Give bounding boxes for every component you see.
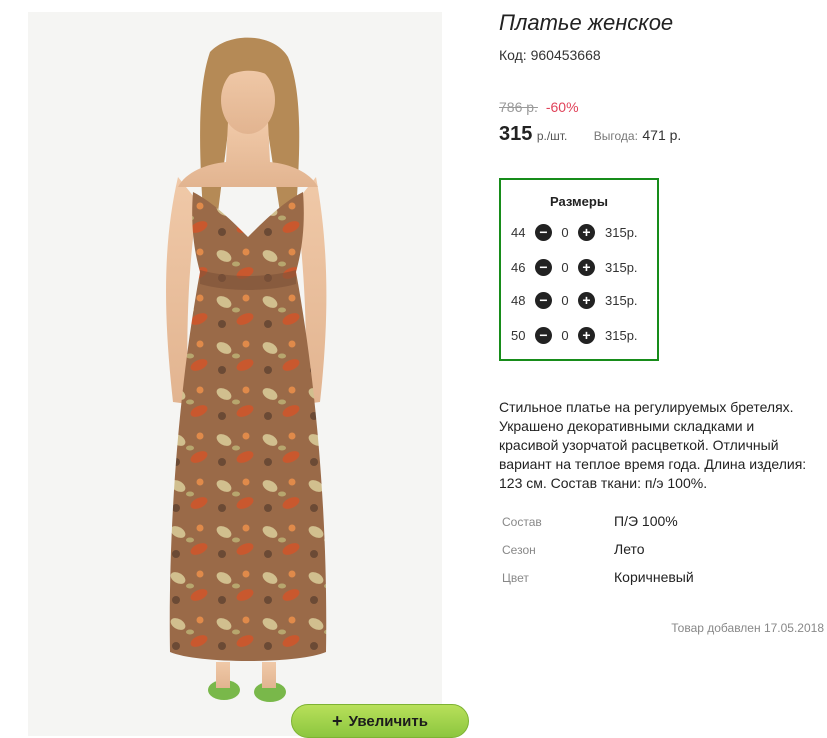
minus-icon[interactable]: − [535, 326, 552, 344]
product-code-label: Код: [499, 47, 527, 63]
savings-label: Выгода: [593, 129, 638, 143]
property-value: Лето [614, 541, 645, 557]
plus-icon[interactable]: + [578, 223, 595, 241]
plus-icon[interactable]: + [578, 258, 595, 276]
quantity-value: 0 [561, 292, 569, 308]
product-description: Стильное платье на регулируемых бретелях… [499, 399, 807, 491]
current-price: 315 [499, 123, 533, 145]
dress-model-image [166, 37, 327, 702]
product-title: Платье женское [499, 10, 674, 35]
old-price-line: 786 р. -60% [499, 99, 579, 115]
size-label: 44 [511, 224, 526, 240]
plus-icon[interactable]: + [578, 326, 595, 344]
size-price: 315р. [605, 292, 638, 308]
sizes-box: Размеры 44 − 0 + 315р. 46 − 0 + 315р. 48… [499, 178, 659, 361]
old-price: 786 р. [499, 99, 538, 115]
size-row: 46 − 0 + 315р. [511, 257, 638, 277]
size-price: 315р. [605, 259, 638, 275]
product-photo[interactable] [28, 12, 442, 736]
size-row: 50 − 0 + 315р. [511, 325, 638, 345]
property-key: Состав [502, 515, 542, 529]
size-price: 315р. [605, 327, 638, 343]
size-price: 315р. [605, 224, 638, 240]
minus-icon[interactable]: − [535, 258, 552, 276]
quantity-value: 0 [561, 224, 569, 240]
zoom-button-label: Увеличить [348, 712, 428, 730]
plus-icon: + [332, 710, 343, 731]
property-key: Цвет [502, 571, 529, 585]
sizes-title: Размеры [550, 194, 608, 209]
size-row: 48 − 0 + 315р. [511, 290, 638, 310]
savings-value: 471 р. [642, 127, 682, 143]
property-value: П/Э 100% [614, 513, 678, 529]
discount-badge: -60% [545, 99, 579, 115]
quantity-value: 0 [561, 327, 569, 343]
price-unit: р./шт. [536, 129, 568, 143]
quantity-value: 0 [561, 259, 569, 275]
size-label: 48 [511, 292, 526, 308]
zoom-button[interactable]: + Увеличить [291, 704, 469, 738]
property-key: Сезон [502, 543, 536, 557]
product-code: Код: 960453668 [499, 47, 601, 63]
size-label: 46 [511, 259, 526, 275]
size-row: 44 − 0 + 315р. [511, 222, 638, 242]
minus-icon[interactable]: − [535, 223, 552, 241]
minus-icon[interactable]: − [535, 291, 552, 309]
property-value: Коричневый [614, 569, 694, 585]
size-label: 50 [511, 327, 526, 343]
added-date: Товар добавлен 17.05.2018 [671, 621, 824, 635]
price-line: 315 р./шт. Выгода: 471 р. [499, 123, 681, 146]
plus-icon[interactable]: + [578, 291, 595, 309]
product-code-value: 960453668 [530, 47, 601, 63]
